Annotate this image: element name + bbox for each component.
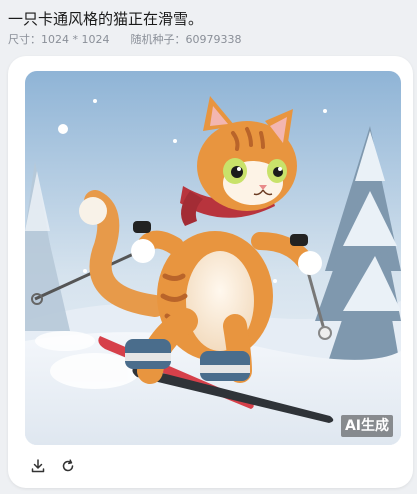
result-card: AI生成	[8, 56, 413, 488]
generated-image[interactable]: AI生成	[25, 71, 401, 445]
download-icon	[31, 459, 45, 473]
size-label: 尺寸：1024 * 1024	[8, 33, 110, 46]
prompt-text: 一只卡通风格的猫正在滑雪。	[8, 10, 204, 28]
skiing-cat-illustration	[25, 71, 401, 445]
generation-meta: 尺寸：1024 * 1024 随机种子：60979338	[8, 32, 409, 48]
seed-label: 随机种子：60979338	[130, 33, 242, 46]
download-button[interactable]	[30, 458, 46, 474]
ai-generated-badge: AI生成	[340, 415, 393, 437]
regenerate-button[interactable]	[60, 458, 76, 474]
result-header: 一只卡通风格的猫正在滑雪。 尺寸：1024 * 1024 随机种子：609793…	[8, 8, 409, 48]
image-actions	[30, 458, 76, 474]
refresh-icon	[62, 459, 74, 472]
